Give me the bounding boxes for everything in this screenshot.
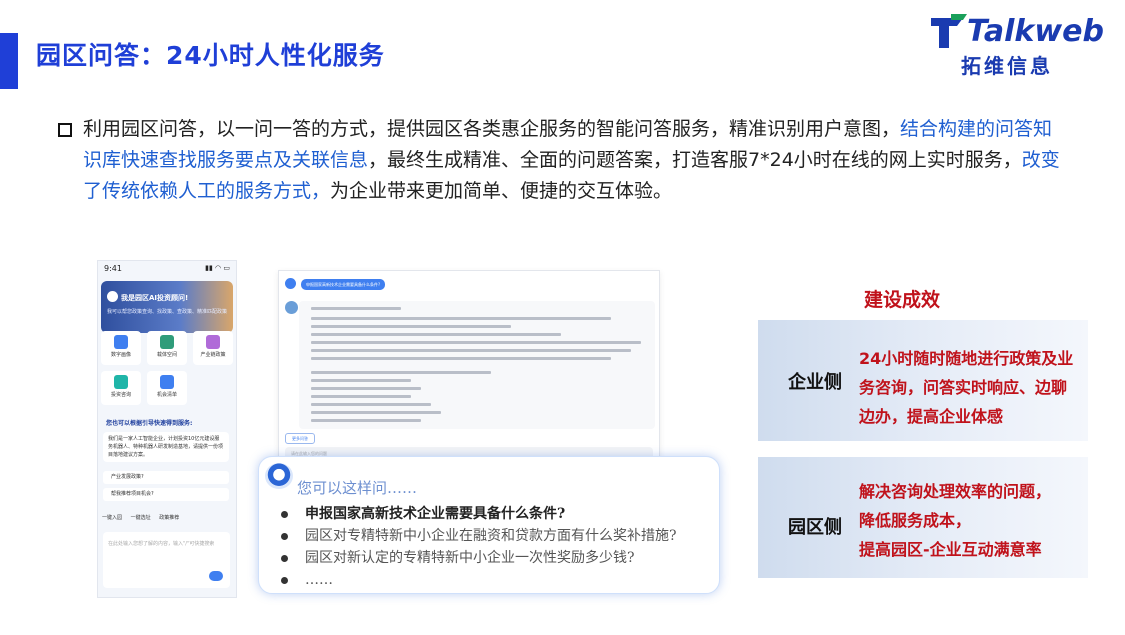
chat-answer-body bbox=[299, 301, 655, 429]
consult-icon bbox=[114, 375, 128, 389]
suggestion-item[interactable]: 申报国家高新技术企业需要具备什么条件? bbox=[281, 503, 677, 525]
send-icon[interactable] bbox=[209, 571, 223, 581]
more-qa-button[interactable]: 更多问答 bbox=[285, 433, 315, 444]
enterprise-label: 企业侧 bbox=[788, 372, 842, 393]
park-line: 降低服务成本， bbox=[859, 511, 972, 530]
answer-line bbox=[311, 333, 561, 336]
suggestion-item[interactable]: 园区对新认定的专精特新中小企业一次性奖励多少钱? bbox=[281, 547, 677, 569]
suggestion-title: 您可以这样问…… bbox=[297, 479, 418, 497]
tile-carrier-space[interactable]: 载体空间 bbox=[147, 331, 187, 365]
phone-suggest-row[interactable]: 帮我推荐项目机会? bbox=[103, 488, 229, 501]
para-text-3: 为企业带来更加简单、便捷的交互体验。 bbox=[330, 180, 673, 202]
results-title: 建设成效 bbox=[864, 289, 941, 311]
tile-opportunity-list[interactable]: 机会清单 bbox=[147, 371, 187, 405]
answer-line bbox=[311, 357, 611, 360]
para-text-1: 利用园区问答，以一问一答的方式，提供园区各类惠企服务的智能问答服务，精准识别用户… bbox=[83, 118, 901, 140]
phone-banner: 我是园区AI投资顾问! 我可以帮您政策查询、找政策、查政策、精准匹配政策 bbox=[101, 281, 233, 333]
bot-avatar-icon bbox=[107, 291, 118, 302]
phone-time: 9:41 bbox=[104, 264, 122, 273]
enterprise-result-box: 企业侧 24小时随时随地进行政策及业 务咨询，问答实时响应、边聊 边办，提高企业… bbox=[758, 320, 1088, 441]
robot-icon bbox=[265, 463, 293, 489]
answer-line bbox=[311, 325, 511, 328]
logo-wordmark: Talkweb bbox=[967, 14, 1104, 49]
tool-policy-recommend[interactable]: 政策推荐 bbox=[159, 514, 179, 521]
answer-line bbox=[311, 341, 641, 344]
tile-investment-consulting[interactable]: 投资咨询 bbox=[101, 371, 141, 405]
bot-avatar-icon bbox=[285, 301, 298, 314]
phone-status-icons: ▮▮ ◠ ▭ bbox=[205, 264, 230, 272]
logo-chinese-name: 拓维信息 bbox=[961, 54, 1053, 78]
park-line: 提高园区-企业互动满意率 bbox=[859, 540, 1042, 559]
talkweb-logo: Talkweb 拓维信息 bbox=[927, 8, 1107, 78]
logo-mark-icon bbox=[931, 14, 967, 48]
answer-line bbox=[311, 379, 411, 382]
suggestion-card: 您可以这样问…… 申报国家高新技术企业需要具备什么条件? 园区对专精特新中小企业… bbox=[258, 456, 720, 594]
answer-line bbox=[311, 317, 611, 320]
suggestion-item: …… bbox=[281, 569, 677, 591]
phone-banner-title: 我是园区AI投资顾问! bbox=[121, 294, 189, 302]
phone-banner-subtitle: 我可以帮您政策查询、找政策、查政策、精准匹配政策 bbox=[107, 309, 228, 315]
answer-line bbox=[311, 395, 411, 398]
tile-digital-portrait[interactable]: 数字画像 bbox=[101, 331, 141, 365]
tool-enter-park[interactable]: 一键入园 bbox=[102, 514, 122, 521]
intro-paragraph: 利用园区问答，以一问一答的方式，提供园区各类惠企服务的智能问答服务，精准识别用户… bbox=[83, 114, 1068, 207]
enterprise-line: 边办，提高企业体感 bbox=[859, 407, 1004, 426]
answer-line bbox=[311, 403, 431, 406]
phone-mockup: 9:41 ▮▮ ◠ ▭ 我是园区AI投资顾问! 我可以帮您政策查询、找政策、查政… bbox=[97, 260, 237, 598]
answer-line bbox=[311, 387, 421, 390]
list-icon bbox=[160, 375, 174, 389]
suggestion-item[interactable]: 园区对专精特新中小企业在融资和贷款方面有什么奖补措施? bbox=[281, 525, 677, 547]
phone-suggest-row[interactable]: 产业发展政策? bbox=[103, 471, 229, 484]
bullet-square-icon bbox=[58, 123, 72, 137]
policy-icon bbox=[206, 335, 220, 349]
portrait-icon bbox=[114, 335, 128, 349]
page-title: 园区问答：24小时人性化服务 bbox=[36, 41, 385, 70]
phone-toolbar: 一键入园 一键选址 政策推荐 bbox=[102, 514, 186, 521]
phone-suggest-card[interactable]: 我们是一家人工智能企业，计划投资10亿元建设服务机器人、特种机器人研发制造基地，… bbox=[103, 432, 229, 462]
tile-industry-policy[interactable]: 产业链政策 bbox=[193, 331, 233, 365]
suggestion-list: 申报国家高新技术企业需要具备什么条件? 园区对专精特新中小企业在融资和贷款方面有… bbox=[281, 503, 677, 591]
chat-user-question: 申报国家高新技术企业需要具备什么条件? bbox=[301, 279, 385, 290]
enterprise-line: 24小时随时随地进行政策及业 bbox=[859, 349, 1074, 368]
building-icon bbox=[160, 335, 174, 349]
para-text-2: ，最终生成精准、全面的问题答案，打造客服7*24小时在线的网上实时服务， bbox=[368, 149, 1022, 171]
phone-chat-input[interactable]: 在此处输入您想了解的内容，输入"/"可快捷搜索 bbox=[103, 532, 230, 588]
title-accent-bar bbox=[0, 33, 18, 89]
answer-line bbox=[311, 349, 631, 352]
park-result-box: 园区侧 解决咨询处理效率的问题， 降低服务成本， 提高园区-企业互动满意率 bbox=[758, 457, 1088, 578]
answer-line bbox=[311, 419, 421, 422]
user-avatar-icon bbox=[285, 278, 296, 289]
enterprise-line: 务咨询，问答实时响应、边聊 bbox=[859, 378, 1068, 397]
park-line: 解决咨询处理效率的问题， bbox=[859, 482, 1052, 501]
answer-line bbox=[311, 371, 491, 374]
answer-line bbox=[311, 307, 401, 310]
park-label: 园区侧 bbox=[788, 517, 842, 538]
phone-guide-title: 您也可以根据引导快速得到服务: bbox=[106, 420, 193, 427]
answer-line bbox=[311, 411, 441, 414]
tool-site-select[interactable]: 一键选址 bbox=[131, 514, 151, 521]
chat-screenshot: 申报国家高新技术企业需要具备什么条件? 更多问答 请在此输入您的问题 bbox=[278, 270, 660, 467]
